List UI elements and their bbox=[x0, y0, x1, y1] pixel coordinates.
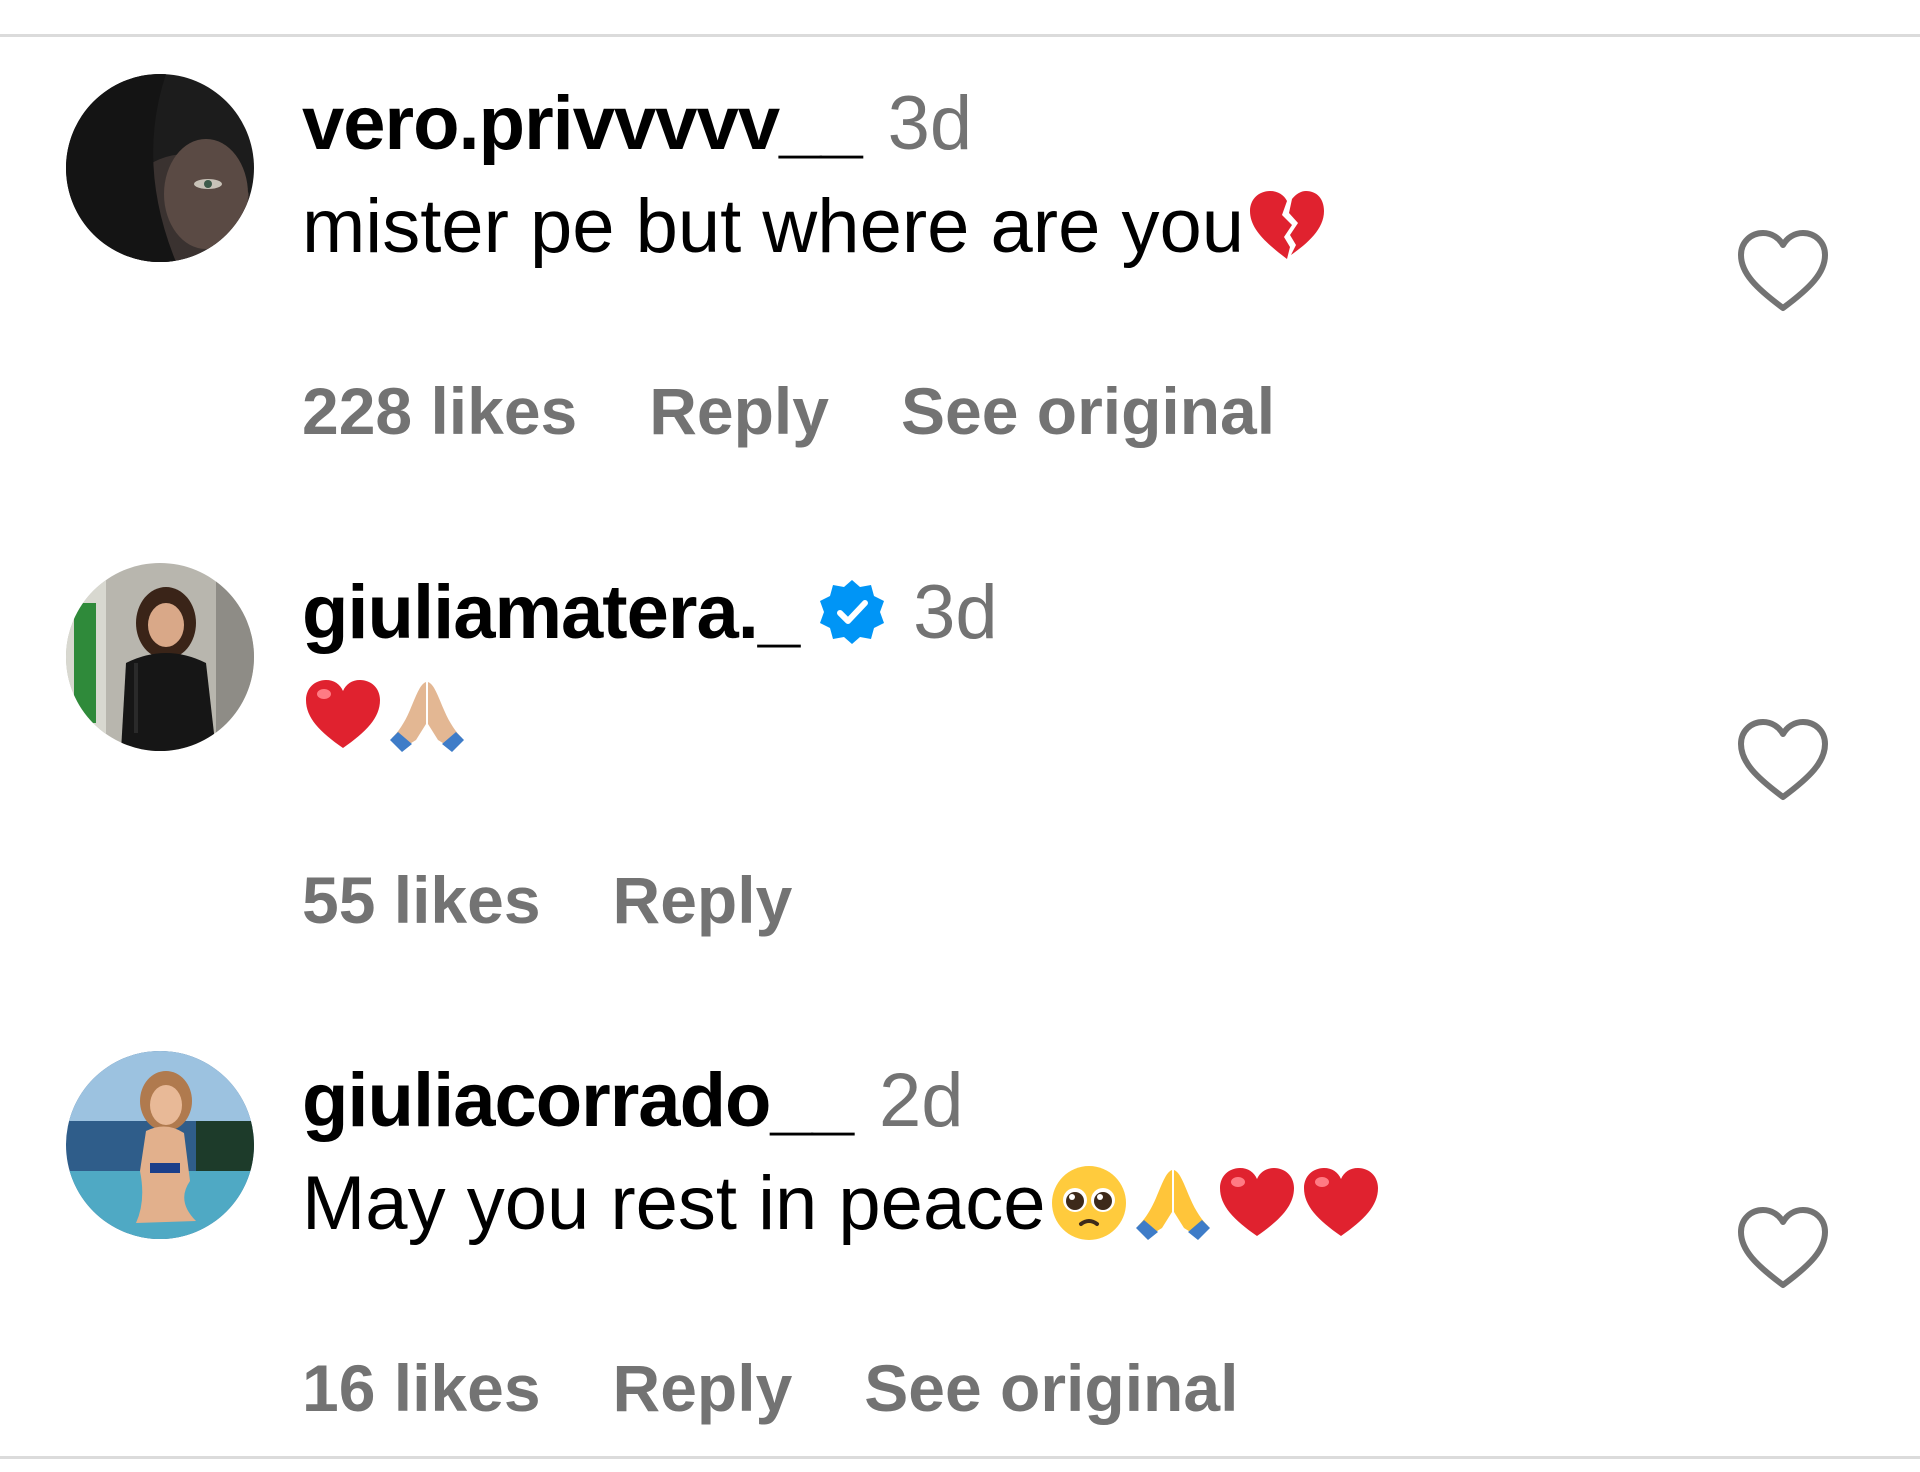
comment-header: giuliacorrado__ 2d bbox=[302, 1055, 964, 1145]
comment-header: vero.privvvvv__ 3d bbox=[302, 78, 972, 168]
comment-text: May you rest in peace bbox=[302, 1153, 1382, 1253]
avatar[interactable] bbox=[66, 563, 254, 751]
comment-text bbox=[302, 665, 468, 765]
see-original-button[interactable]: See original bbox=[864, 1350, 1238, 1426]
timestamp[interactable]: 3d bbox=[913, 569, 998, 656]
folded-hands-icon bbox=[1132, 1162, 1214, 1244]
folded-hands-light-icon bbox=[386, 674, 468, 756]
avatar[interactable] bbox=[66, 74, 254, 262]
reply-button[interactable]: Reply bbox=[613, 1350, 793, 1426]
pleading-face-icon bbox=[1048, 1162, 1130, 1244]
divider bbox=[0, 1456, 1920, 1459]
reply-button[interactable]: Reply bbox=[613, 862, 793, 938]
reply-button[interactable]: Reply bbox=[649, 373, 829, 449]
verified-badge-icon bbox=[817, 577, 887, 647]
comment-actions: 228 likes Reply See original bbox=[302, 366, 1347, 456]
comment-header: giuliamatera._ 3d bbox=[302, 567, 998, 657]
timestamp[interactable]: 2d bbox=[879, 1057, 964, 1144]
like-heart-icon[interactable] bbox=[1736, 717, 1830, 803]
avatar[interactable] bbox=[66, 1051, 254, 1239]
red-heart-icon bbox=[1300, 1162, 1382, 1244]
like-heart-icon[interactable] bbox=[1736, 228, 1830, 314]
timestamp[interactable]: 3d bbox=[888, 80, 973, 167]
username[interactable]: vero.privvvvv__ bbox=[302, 80, 863, 167]
like-heart-icon[interactable] bbox=[1736, 1205, 1830, 1291]
comment-body: mister pe but where are you bbox=[302, 183, 1245, 269]
comment-item: giuliacorrado__ 2d May you rest in peace bbox=[0, 1013, 1920, 1433]
comment-item: giuliamatera._ 3d 55 likes Reply bbox=[0, 525, 1920, 945]
username[interactable]: giuliamatera._ bbox=[302, 569, 800, 656]
see-original-button[interactable]: See original bbox=[901, 373, 1275, 449]
likes-count[interactable]: 228 likes bbox=[302, 373, 577, 449]
comments-panel: vero.privvvvv__ 3d mister pe but where a… bbox=[0, 0, 1920, 1472]
comment-body: May you rest in peace bbox=[302, 1160, 1046, 1246]
likes-count[interactable]: 55 likes bbox=[302, 862, 541, 938]
comment-text: mister pe but where are you bbox=[302, 176, 1328, 276]
comment-actions: 16 likes Reply See original bbox=[302, 1343, 1310, 1433]
broken-heart-icon bbox=[1246, 185, 1328, 267]
red-heart-icon bbox=[302, 674, 384, 756]
comment-item: vero.privvvvv__ 3d mister pe but where a… bbox=[0, 36, 1920, 456]
username[interactable]: giuliacorrado__ bbox=[302, 1057, 854, 1144]
comment-actions: 55 likes Reply bbox=[302, 855, 864, 945]
red-heart-icon bbox=[1216, 1162, 1298, 1244]
likes-count[interactable]: 16 likes bbox=[302, 1350, 541, 1426]
